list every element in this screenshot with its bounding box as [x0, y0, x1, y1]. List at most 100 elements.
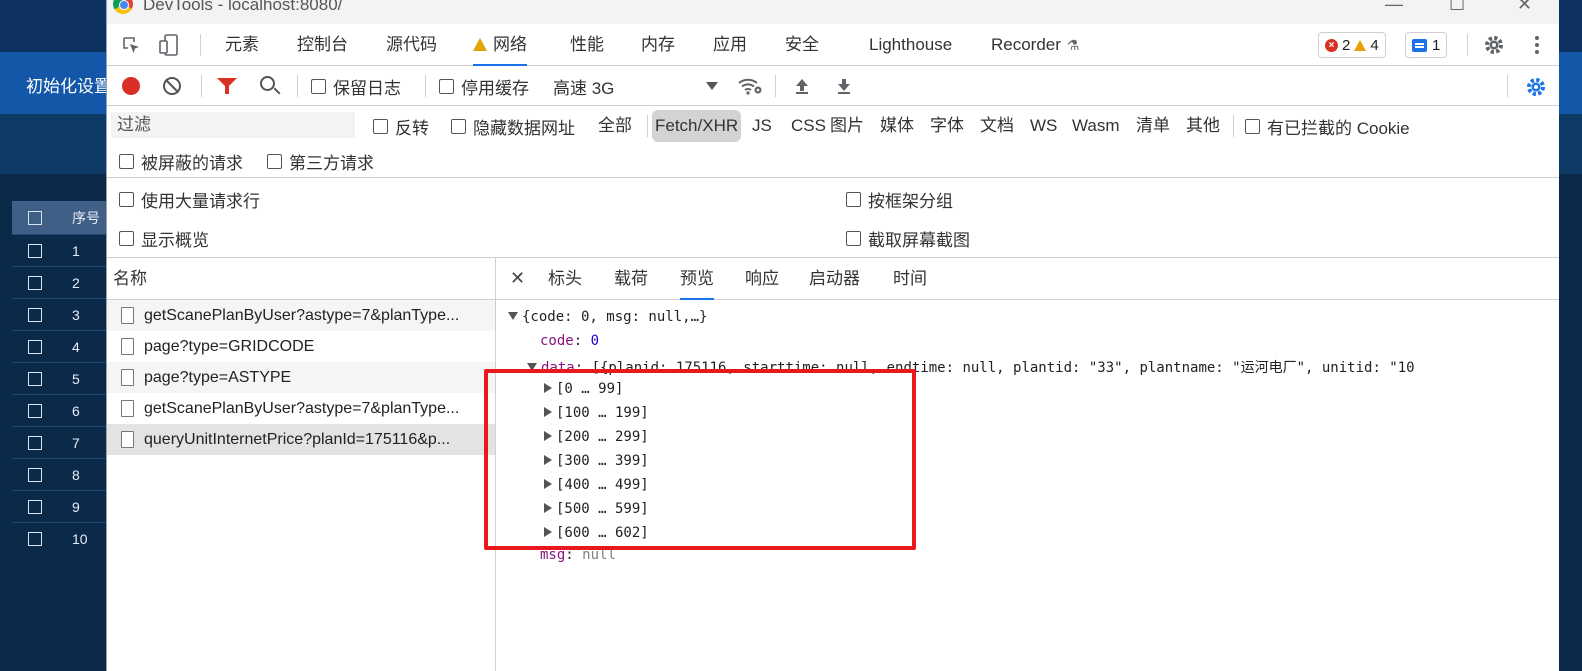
filter-input[interactable]: [111, 112, 355, 138]
tab-lighthouse[interactable]: Lighthouse: [869, 24, 952, 66]
inspect-element-icon[interactable]: [119, 33, 143, 57]
bg-table-row[interactable]: 10: [12, 522, 106, 554]
filter-type-button[interactable]: 媒体: [877, 110, 917, 142]
detail-tab[interactable]: 响应: [745, 258, 779, 300]
bg-row-checkbox[interactable]: [28, 467, 42, 482]
bg-row-checkbox[interactable]: [28, 307, 42, 322]
bg-table-row[interactable]: 9: [12, 490, 106, 522]
close-icon[interactable]: ✕: [510, 268, 525, 289]
bg-table-row[interactable]: 7: [12, 426, 106, 458]
request-row[interactable]: page?type=GRIDCODE: [107, 331, 495, 362]
clear-icon[interactable]: [163, 77, 181, 95]
filter-type-button[interactable]: WS: [1027, 110, 1060, 142]
bg-table-row[interactable]: 5: [12, 362, 106, 394]
filter-type-button[interactable]: 文档: [977, 110, 1017, 142]
group-by-frame-checkbox[interactable]: 按框架分组: [846, 183, 953, 215]
detail-tab[interactable]: 载荷: [614, 258, 648, 300]
bg-row-checkbox[interactable]: [28, 371, 42, 386]
checkbox-icon[interactable]: [451, 118, 466, 134]
bg-table-row[interactable]: 8: [12, 458, 106, 490]
bg-table-row[interactable]: 2: [12, 266, 106, 298]
checkbox-icon[interactable]: [1245, 118, 1260, 134]
error-warning-counter[interactable]: × 2 4: [1318, 32, 1386, 58]
bg-row-checkbox[interactable]: [28, 339, 42, 354]
tab-security[interactable]: 安全: [785, 24, 819, 66]
detail-tab[interactable]: 标头: [548, 258, 582, 300]
throttling-select[interactable]: 高速 3G: [553, 66, 718, 106]
request-row[interactable]: queryUnitInternetPrice?planId=175116&p..…: [107, 424, 495, 455]
network-settings-gear-icon[interactable]: [1525, 76, 1545, 96]
json-root[interactable]: {code: 0, msg: null,…}: [508, 309, 707, 325]
bg-row-checkbox[interactable]: [28, 275, 42, 290]
bg-table-row[interactable]: 4: [12, 330, 106, 362]
checkbox-icon[interactable]: [267, 153, 282, 169]
maximize-icon[interactable]: ☐: [1449, 0, 1465, 15]
invert-checkbox[interactable]: 反转: [373, 110, 429, 142]
expanded-triangle-icon[interactable]: [508, 312, 518, 320]
tab-memory[interactable]: 内存: [641, 24, 675, 66]
blocked-cookies-checkbox[interactable]: 有已拦截的 Cookie: [1245, 110, 1410, 142]
bg-row-checkbox[interactable]: [28, 243, 42, 258]
filter-type-button[interactable]: CSS: [788, 110, 829, 142]
tab-network[interactable]: 网络: [473, 24, 527, 66]
capture-screenshots-checkbox[interactable]: 截取屏幕截图: [846, 222, 970, 254]
tab-performance[interactable]: 性能: [570, 24, 604, 66]
filter-type-button[interactable]: 清单: [1133, 110, 1173, 142]
filter-type-button[interactable]: 字体: [927, 110, 967, 142]
filter-type-button[interactable]: JS: [749, 110, 775, 142]
filter-type-button[interactable]: Wasm: [1069, 110, 1123, 142]
checkbox-icon[interactable]: [119, 153, 134, 169]
checkbox-icon[interactable]: [439, 78, 454, 94]
detail-tab[interactable]: 启动器: [809, 258, 860, 300]
third-party-checkbox[interactable]: 第三方请求: [267, 145, 374, 177]
more-options-icon[interactable]: [1525, 33, 1549, 57]
checkbox-icon[interactable]: [311, 78, 326, 94]
disable-cache-checkbox[interactable]: 停用缓存: [439, 66, 529, 106]
checkbox-icon[interactable]: [119, 230, 134, 246]
record-button[interactable]: [122, 77, 140, 95]
request-row[interactable]: getScanePlanByUser?astype=7&planType...: [107, 393, 495, 424]
preserve-log-checkbox[interactable]: 保留日志: [311, 66, 401, 106]
request-row[interactable]: getScanePlanByUser?astype=7&planType...: [107, 300, 495, 331]
settings-gear-icon[interactable]: [1482, 33, 1506, 57]
bg-table-row[interactable]: 3: [12, 298, 106, 330]
hide-data-urls-checkbox[interactable]: 隐藏数据网址: [451, 110, 575, 142]
network-conditions-icon[interactable]: [737, 76, 762, 96]
export-har-icon[interactable]: [836, 77, 852, 95]
import-har-icon[interactable]: [794, 77, 810, 95]
bg-table-row[interactable]: 6: [12, 394, 106, 426]
checkbox-icon[interactable]: [846, 191, 861, 207]
bg-select-all-checkbox[interactable]: [28, 210, 42, 225]
tab-application[interactable]: 应用: [713, 24, 747, 66]
bg-row-checkbox[interactable]: [28, 531, 42, 546]
device-toolbar-icon[interactable]: [157, 33, 181, 57]
checkbox-icon[interactable]: [119, 191, 134, 207]
checkbox-icon[interactable]: [846, 230, 861, 246]
show-overview-checkbox[interactable]: 显示概览: [119, 222, 209, 254]
request-row[interactable]: page?type=ASTYPE: [107, 362, 495, 393]
detail-tab[interactable]: 时间: [893, 258, 927, 300]
bg-table-row[interactable]: 1: [12, 234, 106, 266]
filter-funnel-icon[interactable]: [217, 78, 237, 94]
checkbox-icon[interactable]: [373, 118, 388, 134]
bg-menu-label[interactable]: 初始化设置: [26, 72, 111, 97]
issues-counter[interactable]: 1: [1405, 32, 1448, 58]
filter-type-button[interactable]: 图片: [827, 110, 867, 142]
tab-recorder[interactable]: Recorder ⚗: [991, 24, 1079, 66]
tab-sources[interactable]: 源代码: [386, 24, 437, 66]
filter-type-button[interactable]: 其他: [1183, 110, 1223, 142]
bg-row-checkbox[interactable]: [28, 435, 42, 450]
name-column-header[interactable]: 名称: [107, 258, 495, 300]
filter-type-button[interactable]: 全部: [595, 110, 635, 142]
search-icon[interactable]: [260, 76, 275, 91]
tab-elements[interactable]: 元素: [225, 24, 259, 66]
big-request-rows-checkbox[interactable]: 使用大量请求行: [119, 183, 260, 215]
bg-row-checkbox[interactable]: [28, 499, 42, 514]
minimize-icon[interactable]: —: [1385, 0, 1403, 15]
filter-type-button[interactable]: Fetch/XHR: [652, 110, 742, 142]
tab-console[interactable]: 控制台: [297, 24, 348, 66]
bg-row-checkbox[interactable]: [28, 403, 42, 418]
close-window-icon[interactable]: ✕: [1517, 0, 1532, 15]
detail-tab[interactable]: 预览: [680, 258, 714, 300]
blocked-requests-checkbox[interactable]: 被屏蔽的请求: [119, 145, 243, 177]
